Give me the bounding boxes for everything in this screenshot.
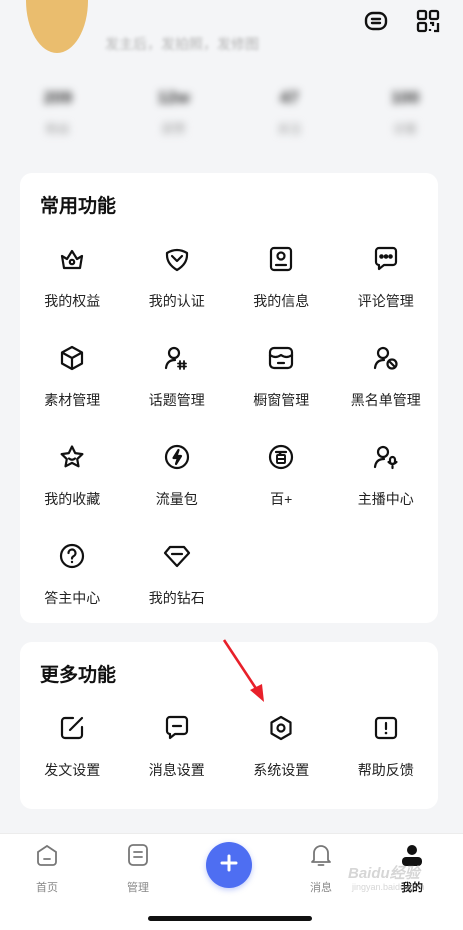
- function-my-info[interactable]: 我的信息: [229, 245, 334, 311]
- stat-label: 获赞: [161, 122, 186, 136]
- stat-value: 100: [390, 88, 420, 107]
- tab-manage[interactable]: 管理: [108, 842, 168, 895]
- more-functions-grid: 发文设置 消息设置 系统设置 帮助反馈: [20, 714, 438, 780]
- function-label: 我的钻石: [148, 590, 205, 606]
- function-showcase-management[interactable]: 橱窗管理: [229, 344, 334, 410]
- function-host-center[interactable]: 主播中心: [334, 443, 439, 509]
- host-mic-icon: [372, 443, 400, 476]
- top-toolbar: [363, 8, 441, 39]
- cube-icon: [58, 344, 86, 377]
- diamond-icon: [163, 542, 191, 575]
- function-label: 帮助反馈: [357, 762, 414, 778]
- edit-icon: [58, 714, 86, 747]
- stat-item[interactable]: 209 粉丝: [18, 88, 98, 137]
- home-indicator[interactable]: [148, 916, 312, 921]
- common-functions-grid: 我的权益 我的认证 我的信息 评论管理 素材管理 话题管理 橱窗管理 黑名单管理…: [20, 245, 438, 608]
- function-label: 我的认证: [148, 293, 205, 309]
- verified-badge-icon: [163, 245, 191, 278]
- stat-item[interactable]: 47 关注: [249, 88, 329, 137]
- home-icon: [34, 842, 60, 873]
- function-label: 橱窗管理: [253, 392, 310, 408]
- topic-icon: [163, 344, 191, 377]
- comment-icon: [372, 245, 400, 278]
- tab-messages[interactable]: 消息: [291, 842, 351, 895]
- stat-label: 粉丝: [45, 122, 70, 136]
- feedback-icon: [372, 714, 400, 747]
- more-functions-card: 更多功能 发文设置 消息设置 系统设置 帮助反馈: [20, 642, 438, 809]
- function-system-settings[interactable]: 系统设置: [229, 714, 334, 780]
- profile-description: 发主后，发拍照，发修图: [105, 36, 259, 52]
- watermark: Baidu经验: [348, 865, 420, 882]
- question-icon: [58, 542, 86, 575]
- watermark-sub: jingyan.baidu.com: [352, 882, 425, 892]
- user-card-icon: [267, 245, 295, 278]
- common-functions-title: 常用功能: [40, 196, 117, 217]
- create-post-button[interactable]: [206, 842, 252, 888]
- more-functions-title: 更多功能: [40, 665, 117, 686]
- tab-label: 管理: [127, 882, 149, 894]
- function-bai-plus[interactable]: 百+: [229, 443, 334, 509]
- function-topic-management[interactable]: 话题管理: [125, 344, 230, 410]
- stat-label: 关注: [277, 122, 302, 136]
- block-user-icon: [372, 344, 400, 377]
- crown-icon: [58, 245, 86, 278]
- subtitle-icon[interactable]: [363, 8, 389, 39]
- function-my-favorites[interactable]: 我的收藏: [20, 443, 125, 509]
- function-label: 我的权益: [44, 293, 101, 309]
- bell-icon: [308, 842, 334, 873]
- settings-hex-icon: [267, 714, 295, 747]
- manage-icon: [125, 842, 151, 873]
- function-my-diamonds[interactable]: 我的钻石: [125, 542, 230, 608]
- function-blacklist-management[interactable]: 黑名单管理: [334, 344, 439, 410]
- tab-label: 首页: [36, 882, 58, 894]
- stat-item[interactable]: 100 访客: [365, 88, 445, 137]
- plus-icon: [219, 853, 239, 878]
- stat-item[interactable]: 12w 获赞: [134, 88, 214, 137]
- function-my-benefits[interactable]: 我的权益: [20, 245, 125, 311]
- function-answerer-center[interactable]: 答主中心: [20, 542, 125, 608]
- stat-value: 12w: [157, 88, 190, 107]
- function-material-management[interactable]: 素材管理: [20, 344, 125, 410]
- function-label: 发文设置: [44, 762, 101, 778]
- message-icon: [163, 714, 191, 747]
- function-my-verification[interactable]: 我的认证: [125, 245, 230, 311]
- function-help-feedback[interactable]: 帮助反馈: [334, 714, 439, 780]
- stat-value: 209: [43, 88, 73, 107]
- stats-row: 209 粉丝 12w 获赞 47 关注 100 访客: [0, 88, 463, 137]
- function-label: 我的信息: [253, 293, 310, 309]
- tab-label: 消息: [310, 882, 332, 894]
- function-comment-management[interactable]: 评论管理: [334, 245, 439, 311]
- function-label: 答主中心: [44, 590, 101, 606]
- function-label: 百+: [270, 491, 293, 507]
- lightning-icon: [163, 443, 191, 476]
- function-label: 消息设置: [148, 762, 205, 778]
- function-label: 黑名单管理: [350, 392, 421, 408]
- function-message-settings[interactable]: 消息设置: [125, 714, 230, 780]
- bai-plus-icon: [267, 443, 295, 476]
- function-label: 主播中心: [357, 491, 414, 507]
- function-label: 系统设置: [253, 762, 310, 778]
- function-label: 我的收藏: [44, 491, 101, 507]
- function-label: 话题管理: [148, 392, 205, 408]
- tab-home[interactable]: 首页: [17, 842, 77, 895]
- function-label: 流量包: [155, 491, 198, 507]
- stat-label: 访客: [393, 122, 418, 136]
- stat-value: 47: [279, 88, 299, 107]
- storefront-icon: [267, 344, 295, 377]
- function-post-settings[interactable]: 发文设置: [20, 714, 125, 780]
- avatar[interactable]: [26, 0, 88, 53]
- common-functions-card: 常用功能 我的权益 我的认证 我的信息 评论管理 素材管理 话题管理 橱窗管理 …: [20, 173, 438, 623]
- star-icon: [58, 443, 86, 476]
- function-label: 素材管理: [44, 392, 101, 408]
- qr-scan-icon[interactable]: [415, 8, 441, 39]
- function-traffic-package[interactable]: 流量包: [125, 443, 230, 509]
- function-label: 评论管理: [357, 293, 414, 309]
